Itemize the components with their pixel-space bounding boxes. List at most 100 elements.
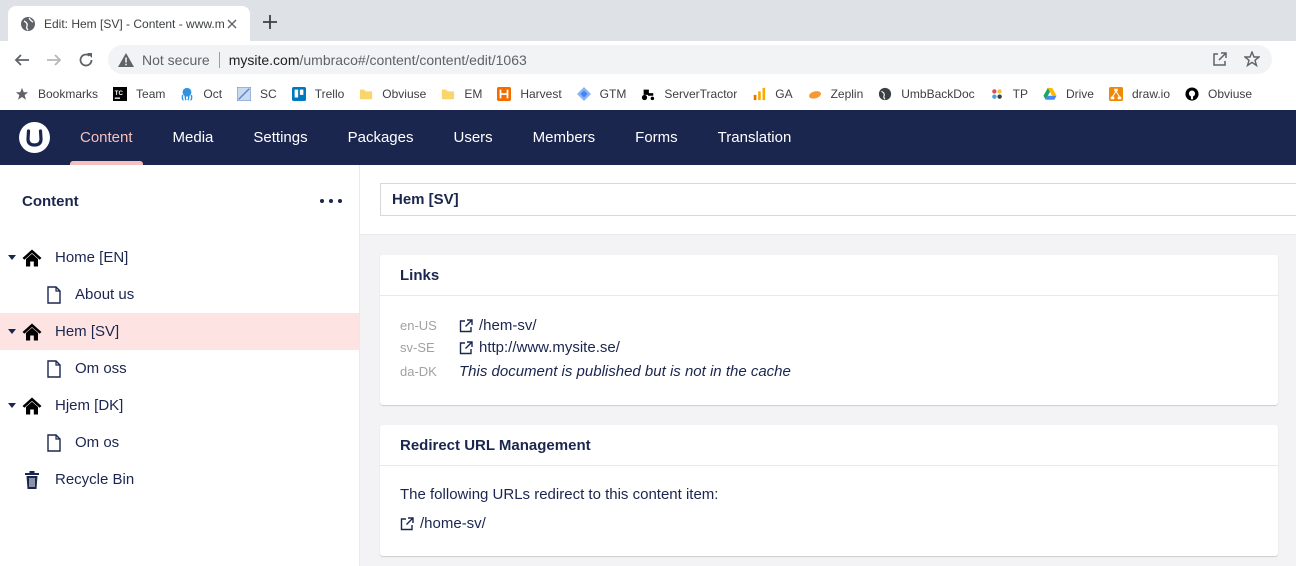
- bookmark-item[interactable]: EM: [440, 86, 482, 102]
- bookmark-label: Obviuse: [382, 87, 427, 101]
- bookmark-item[interactable]: draw.io: [1108, 86, 1170, 102]
- bookmark-label: SC: [260, 87, 277, 101]
- bookmark-label: Zeplin: [830, 87, 864, 101]
- browser-tabstrip: Edit: Hem [SV] - Content - www.m: [0, 0, 1296, 41]
- tab-title: Edit: Hem [SV] - Content - www.m: [44, 16, 224, 31]
- folder-icon: [358, 86, 374, 102]
- url-text: mysite.com/umbraco#/content/content/edit…: [229, 52, 527, 68]
- content-name-input[interactable]: [380, 183, 1296, 216]
- bookmark-item[interactable]: Harvest: [496, 86, 562, 102]
- gtm-icon: [576, 86, 592, 102]
- bookmark-item[interactable]: Oct: [179, 86, 222, 102]
- redirect-description: The following URLs redirect to this cont…: [400, 486, 719, 503]
- url-path: /umbraco#/content/content/edit/1063: [299, 51, 527, 68]
- bookmark-item[interactable]: GA: [751, 86, 793, 102]
- redirect-url-link[interactable]: /home-sv/: [400, 515, 486, 532]
- section-content[interactable]: Content: [60, 110, 153, 165]
- bookmark-star-icon[interactable]: [1244, 51, 1260, 67]
- tree-node[interactable]: About us: [0, 276, 359, 313]
- octopus-icon: [179, 86, 195, 102]
- content-tree: Content Home [EN] About us Hem [SV] Om oss H…: [0, 165, 360, 566]
- globe-icon: [20, 16, 36, 32]
- content-url-text: /hem-sv/: [479, 317, 537, 334]
- back-icon[interactable]: [10, 48, 34, 72]
- reload-icon[interactable]: [74, 48, 98, 72]
- tree-node-label: About us: [75, 286, 135, 303]
- tree-node-label: Home [EN]: [55, 249, 129, 266]
- bookmark-label: Trello: [314, 87, 345, 101]
- tree-node[interactable]: Hem [SV]: [0, 313, 359, 350]
- caret-down-icon[interactable]: [8, 402, 16, 410]
- section-packages[interactable]: Packages: [328, 110, 434, 165]
- content-url-text: http://www.mysite.se/: [479, 339, 620, 356]
- caret-down-icon[interactable]: [8, 254, 16, 262]
- not-secure-label: Not secure: [142, 51, 210, 68]
- bookmark-item[interactable]: Obviuse: [1184, 86, 1252, 102]
- github-icon: [1184, 86, 1200, 102]
- section-forms[interactable]: Forms: [615, 110, 698, 165]
- bookmark-label: TP: [1012, 87, 1028, 101]
- editor-header: [360, 165, 1296, 235]
- tree-node-label: Hem [SV]: [55, 323, 120, 340]
- external-link-icon: [459, 340, 473, 355]
- bookmark-item[interactable]: SC: [236, 86, 277, 102]
- close-tab-icon[interactable]: [224, 16, 240, 32]
- tree-node-label: Recycle Bin: [55, 471, 135, 488]
- tree-node[interactable]: Hjem [DK]: [0, 387, 359, 424]
- bookmark-item[interactable]: UmbBackDoc: [877, 86, 975, 102]
- section-settings[interactable]: Settings: [233, 110, 327, 165]
- section-nav: Content Media Settings Packages Users Members…: [60, 110, 811, 165]
- bookmark-label: UmbBackDoc: [901, 87, 975, 101]
- bookmark-item[interactable]: GTM: [576, 86, 626, 102]
- section-media[interactable]: Media: [153, 110, 234, 165]
- section-members[interactable]: Members: [513, 110, 616, 165]
- link-row: en-US/hem-sv/: [400, 317, 537, 334]
- more-options-icon[interactable]: [320, 194, 342, 208]
- drive-icon: [1042, 86, 1058, 102]
- umbraco-logo-icon[interactable]: [19, 122, 50, 153]
- content-url-link[interactable]: http://www.mysite.se/: [459, 339, 620, 356]
- tree-node[interactable]: Om oss: [0, 350, 359, 387]
- bookmark-item[interactable]: TC Team: [112, 86, 165, 102]
- section-users[interactable]: Users: [433, 110, 512, 165]
- tree-node[interactable]: Recycle Bin: [0, 461, 359, 498]
- bookmark-label: draw.io: [1131, 87, 1171, 101]
- share-icon[interactable]: [1212, 51, 1228, 67]
- bookmark-item[interactable]: TP: [989, 86, 1028, 102]
- caret-down-icon[interactable]: [8, 328, 16, 336]
- bookmark-label: Harvest: [520, 87, 562, 101]
- url-host: mysite.com: [228, 51, 300, 68]
- trash-icon: [22, 470, 42, 490]
- bookmark-label: Obviuse: [1208, 87, 1253, 101]
- forward-icon[interactable]: [42, 48, 66, 72]
- section-translation[interactable]: Translation: [698, 110, 812, 165]
- bookmark-item[interactable]: ServerTractor: [640, 86, 737, 102]
- bookmark-label: EM: [464, 87, 483, 101]
- zeplin-icon: [807, 86, 823, 102]
- redirect-url-text: /home-sv/: [420, 515, 486, 532]
- new-tab-icon[interactable]: [260, 12, 280, 32]
- browser-tab[interactable]: Edit: Hem [SV] - Content - www.m: [8, 6, 250, 41]
- bookmark-item[interactable]: Zeplin: [807, 86, 864, 102]
- content-url-link[interactable]: /hem-sv/: [459, 317, 537, 334]
- link-culture: sv-SE: [400, 340, 435, 355]
- trello-icon: [291, 86, 307, 102]
- bookmark-item[interactable]: Trello: [291, 86, 345, 102]
- bookmark-label: Team: [136, 87, 166, 101]
- home-icon: [22, 322, 42, 342]
- tree-node-label: Om oss: [75, 360, 127, 377]
- bookmark-item[interactable]: Obviuse: [358, 86, 426, 102]
- bookmark-label: Oct: [203, 87, 223, 101]
- tractor-icon: [640, 86, 656, 102]
- address-separator: [218, 51, 220, 68]
- tree-node-label: Om os: [75, 434, 120, 451]
- document-icon: [44, 285, 64, 305]
- bookmark-item[interactable]: Bookmarks: [14, 86, 98, 102]
- tree-node[interactable]: Om os: [0, 424, 359, 461]
- address-bar[interactable]: Not secure mysite.com/umbraco#/content/c…: [108, 45, 1272, 74]
- redirect-box: Redirect URL Management The following UR…: [380, 425, 1278, 556]
- bookmark-item[interactable]: Drive: [1042, 86, 1094, 102]
- link-culture: da-DK: [400, 364, 437, 379]
- tree-node[interactable]: Home [EN]: [0, 239, 359, 276]
- harvest-icon: [496, 86, 512, 102]
